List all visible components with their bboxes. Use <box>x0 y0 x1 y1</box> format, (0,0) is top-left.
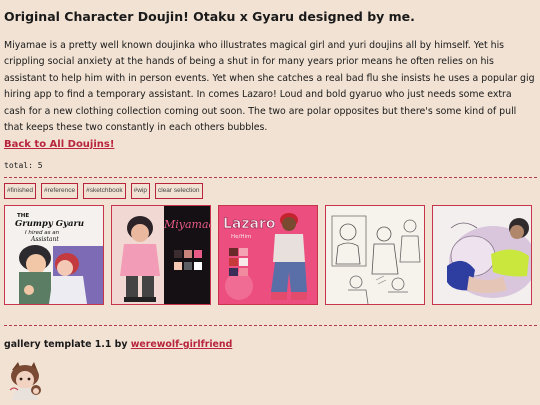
gallery-thumb-cover[interactable]: THE Grumpy Gyaru I hired as an Assistant <box>4 205 104 305</box>
svg-text:Lazaro: Lazaro <box>223 216 276 232</box>
svg-text:Grumpy Gyaru: Grumpy Gyaru <box>15 219 84 229</box>
mascot-icon <box>9 362 41 400</box>
divider <box>4 177 537 178</box>
filter-wip[interactable]: #wip <box>130 183 150 199</box>
gallery: THE Grumpy Gyaru I hired as an Assistant… <box>4 205 532 305</box>
footer: gallery template 1.1 by werewolf-girlfri… <box>4 339 232 350</box>
tag-filters: #finished #reference #sketchbook #wip cl… <box>4 183 203 199</box>
gallery-thumb-colored[interactable] <box>432 205 532 305</box>
page-title: Original Character Doujin! Otaku x Gyaru… <box>4 9 415 24</box>
divider <box>4 325 537 326</box>
colored-sketch-image <box>433 206 531 304</box>
gallery-thumb-lazaro[interactable]: Lazaro He/Him <box>218 205 318 305</box>
filter-sketchbook[interactable]: #sketchbook <box>83 183 126 199</box>
clear-selection-button[interactable]: clear selection <box>154 183 203 199</box>
total-count: total: 5 <box>4 161 43 170</box>
cover-art-image: THE Grumpy Gyaru I hired as an Assistant <box>5 206 103 304</box>
filter-finished[interactable]: #finished <box>4 183 37 199</box>
gallery-thumb-sketch[interactable] <box>325 205 425 305</box>
footer-text: gallery template 1.1 by <box>4 339 131 350</box>
lazaro-reference-image: Lazaro He/Him <box>219 206 317 304</box>
svg-text:He/Him: He/Him <box>231 234 251 240</box>
description: Miyamae is a pretty well known doujinka … <box>4 40 535 134</box>
footer-author-link[interactable]: werewolf-girlfriend <box>131 339 233 350</box>
svg-text:Miyamae: Miyamae <box>163 218 210 231</box>
sketch-page-image <box>326 206 424 304</box>
back-to-doujins-link[interactable]: Back to All Doujins! <box>4 139 114 150</box>
miyamae-reference-image: Miyamae <box>112 206 210 304</box>
filter-reference[interactable]: #reference <box>41 183 79 199</box>
gallery-thumb-miyamae[interactable]: Miyamae <box>111 205 211 305</box>
svg-text:Assistant: Assistant <box>30 236 59 243</box>
